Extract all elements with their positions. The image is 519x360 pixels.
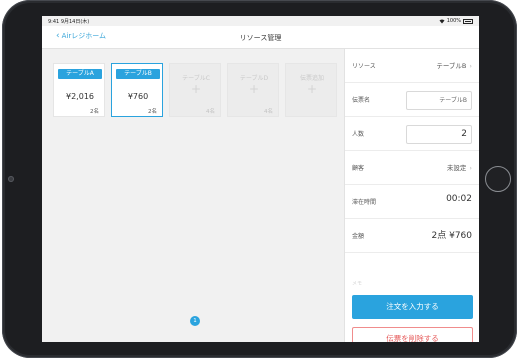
enter-order-button[interactable]: 注文を入力する <box>352 295 473 319</box>
page-indicator[interactable]: 1 <box>190 316 200 326</box>
ipad-frame: 9:41 9月14日(木) 100% ‹ Airレジホーム リソース管理 テーブ… <box>2 0 517 358</box>
plus-icon: + <box>248 82 260 96</box>
table-count: 2名 <box>90 109 99 115</box>
people-input[interactable]: 2 <box>406 125 472 144</box>
status-time: 9:41 9月14日(木) <box>48 19 90 25</box>
table-card-a[interactable]: テーブルA ¥2,016 2名 <box>53 63 105 117</box>
table-label: テーブルC <box>182 75 210 82</box>
stay-time-row: 滞在時間 00:02 <box>345 185 479 219</box>
table-count: 2名 <box>148 109 157 115</box>
add-slip-label: 伝票追加 <box>299 75 324 82</box>
chevron-right-icon: › <box>469 164 472 172</box>
customer-label: 顧客 <box>352 165 365 172</box>
slip-name-label: 伝票名 <box>352 97 371 104</box>
people-row: 人数 2 <box>345 117 479 151</box>
resource-row[interactable]: リソース テーブルB › <box>345 49 479 83</box>
table-card-c[interactable]: テーブルC + 4名 <box>169 63 221 117</box>
status-right: 100% <box>439 18 473 24</box>
app-screen: 9:41 9月14日(木) 100% ‹ Airレジホーム リソース管理 テーブ… <box>42 16 479 342</box>
home-button[interactable] <box>485 166 511 192</box>
plus-icon: + <box>306 82 318 96</box>
delete-slip-button[interactable]: 伝票を削除する <box>352 327 473 342</box>
slip-name-row: 伝票名 テーブルB <box>345 83 479 117</box>
table-card-b[interactable]: テーブルB ¥760 2名 <box>111 63 163 117</box>
stay-time-value: 00:02 <box>446 194 472 204</box>
slip-name-input[interactable]: テーブルB <box>406 91 472 110</box>
page-title: リソース管理 <box>239 34 282 42</box>
resource-label: リソース <box>352 63 376 70</box>
customer-row[interactable]: 顧客 未設定 › <box>345 151 479 185</box>
table-amount: ¥2,016 <box>66 92 94 101</box>
customer-value: 未設定 › <box>447 162 472 172</box>
amount-value: 2点 ¥760 <box>431 231 473 241</box>
plus-icon: + <box>190 82 202 96</box>
amount-label: 金額 <box>352 233 365 240</box>
table-label: テーブルA <box>58 69 102 79</box>
table-card-d[interactable]: テーブルD + 4名 <box>227 63 279 117</box>
resource-grid: テーブルA ¥2,016 2名 テーブルB ¥760 2名 テーブルC + 4名… <box>42 49 344 342</box>
chevron-right-icon: › <box>469 62 472 70</box>
status-bar: 9:41 9月14日(木) 100% <box>42 16 479 26</box>
wifi-icon <box>439 19 445 23</box>
table-label: テーブルB <box>116 69 160 79</box>
table-label: テーブルD <box>239 75 269 82</box>
add-slip-card[interactable]: 伝票追加 + <box>285 63 337 117</box>
customer-value-text: 未設定 <box>446 164 467 172</box>
detail-panel: リソース テーブルB › 伝票名 テーブルB 人数 2 顧客 未設定 › 滞在時間 … <box>344 49 479 342</box>
resource-value-text: テーブルB <box>436 62 467 70</box>
battery-icon <box>463 18 473 24</box>
stay-time-label: 滞在時間 <box>352 199 377 206</box>
camera-dot <box>8 176 14 182</box>
amount-row: 金額 2点 ¥760 <box>345 219 479 253</box>
people-label: 人数 <box>352 131 365 138</box>
memo-label: メモ <box>352 281 363 287</box>
table-count: 4名 <box>206 109 215 115</box>
navigation-bar: ‹ Airレジホーム リソース管理 <box>42 26 479 49</box>
table-amount: ¥760 <box>127 92 149 101</box>
table-count: 4名 <box>264 109 273 115</box>
battery-percent: 100% <box>446 18 461 24</box>
resource-value: テーブルB › <box>436 60 472 70</box>
